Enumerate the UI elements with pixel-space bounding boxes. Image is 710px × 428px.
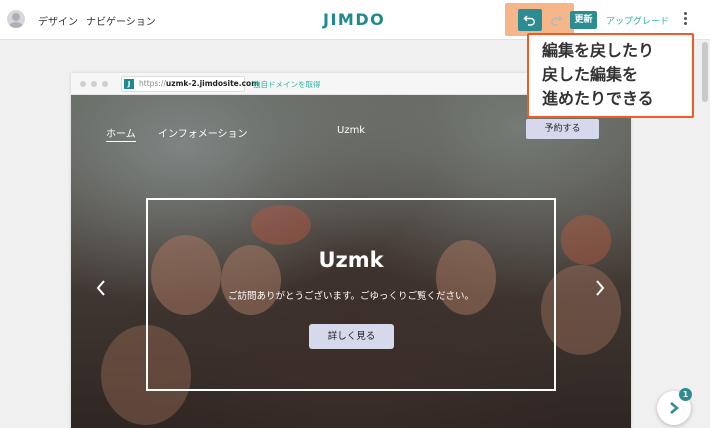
hero-content-frame: Uzmk ご訪問ありがとうございます。ごゆっくりご覧ください。 詳しく見る	[146, 198, 556, 391]
undo-button[interactable]	[518, 9, 542, 31]
reserve-button[interactable]: 予約する	[526, 119, 599, 139]
notification-badge: 1	[679, 388, 692, 401]
redo-button[interactable]	[544, 9, 566, 31]
url-protocol: https://	[139, 79, 166, 88]
callout-line: 編集を戻したり	[542, 41, 655, 60]
chevron-right-icon[interactable]	[594, 278, 606, 298]
window-dot	[102, 81, 108, 87]
help-chevron-icon	[670, 402, 679, 414]
get-domain-link[interactable]: 独自ドメインを取得	[253, 79, 321, 90]
more-vertical-icon[interactable]	[683, 12, 689, 28]
nav-navigation-link[interactable]: ナビゲーション	[86, 13, 156, 28]
annotation-callout: 編集を戻したり 戻した編集を 進めたりできる	[527, 33, 694, 118]
site-preview-window: J https://uzmk-2.jimdosite.com 独自ドメインを取得…	[71, 73, 631, 428]
nav-design-link[interactable]: デザイン	[38, 13, 78, 28]
jimdo-logo: JIMDO	[323, 10, 386, 29]
site-nav-information[interactable]: インフォメーション	[158, 125, 248, 140]
undo-icon	[523, 15, 535, 26]
callout-line: 進めたりできる	[542, 89, 654, 108]
chevron-left-icon[interactable]	[95, 278, 107, 298]
update-button[interactable]: 更新	[570, 11, 597, 29]
page-scrollbar[interactable]	[702, 42, 708, 102]
upgrade-link[interactable]: アップグレード	[606, 14, 669, 27]
detail-button[interactable]: 詳しく見る	[309, 324, 394, 349]
window-dot	[80, 81, 86, 87]
site-name[interactable]: Uzmk	[337, 125, 365, 136]
callout-line: 戻した編集を	[542, 65, 639, 84]
jimdo-favicon-icon: J	[124, 79, 134, 89]
url-host: uzmk-2.jimdosite.com	[165, 79, 260, 88]
url-bar[interactable]: J https://uzmk-2.jimdosite.com	[121, 76, 259, 92]
window-dot	[91, 81, 97, 87]
hero-section: ホーム インフォメーション Uzmk 予約する Uzmk ご訪問ありがとうござい…	[71, 95, 631, 428]
hero-title: Uzmk	[318, 248, 384, 272]
redo-icon	[551, 15, 563, 26]
hero-subtitle: ご訪問ありがとうございます。ごゆっくりご覧ください。	[227, 291, 475, 302]
user-avatar-icon[interactable]	[7, 10, 25, 28]
site-nav-home[interactable]: ホーム	[106, 125, 136, 142]
